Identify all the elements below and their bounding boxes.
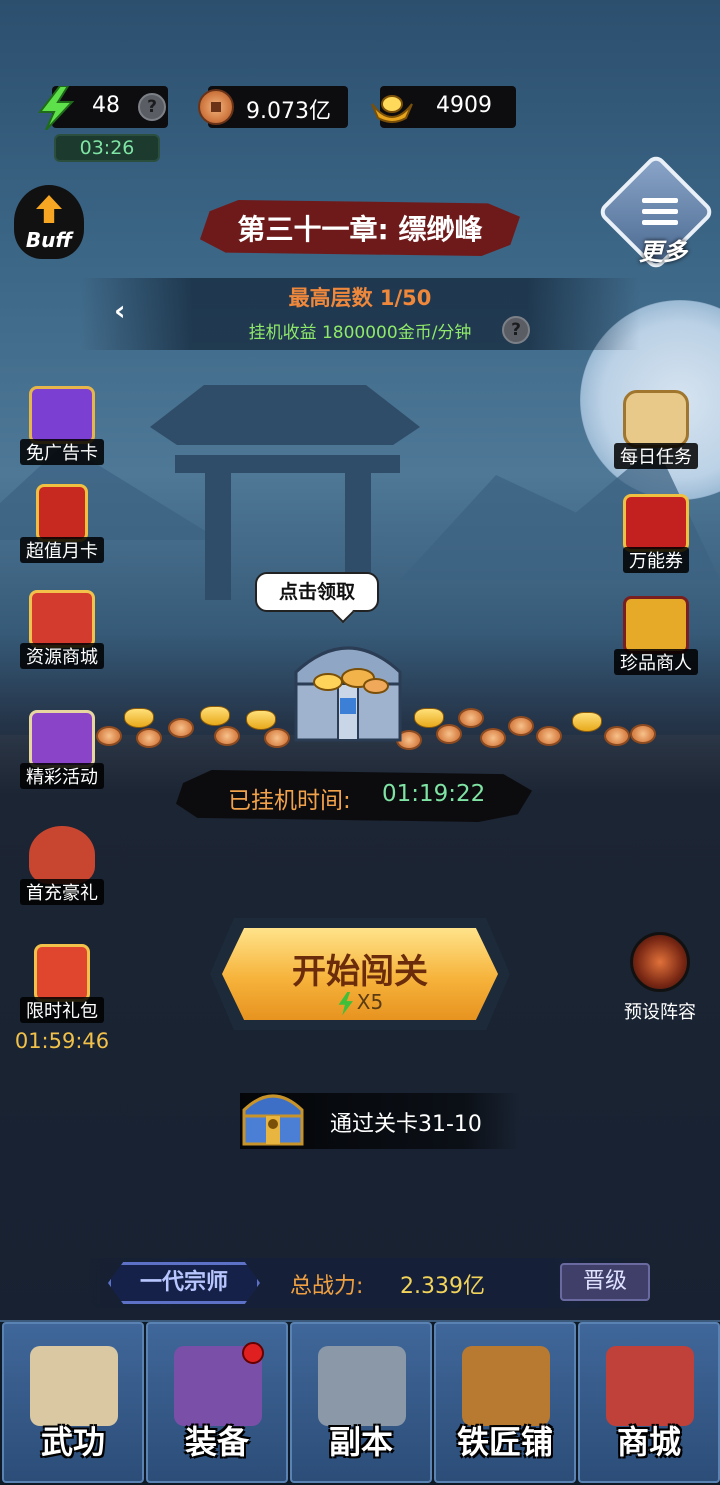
treasure-chest-icon[interactable]	[288, 628, 408, 746]
gift-timer: 01:59:46	[14, 1029, 110, 1053]
energy-timer: 03:26	[54, 134, 160, 162]
side-item-daily-tasks[interactable]: 每日任务	[606, 390, 706, 469]
gold-ingot-icon	[371, 95, 413, 123]
lightning-icon	[37, 86, 75, 130]
help-icon[interactable]: ?	[138, 93, 166, 121]
gate-post	[205, 470, 231, 600]
side-item-universal-voucher[interactable]: 万能券	[606, 494, 706, 573]
coin-value: 9.073亿	[246, 99, 331, 124]
side-item-label: 资源商城	[20, 643, 104, 669]
scroll-books-icon	[29, 710, 95, 768]
idle-time-value: 01:19:22	[382, 781, 486, 807]
help-icon[interactable]: ?	[502, 316, 530, 344]
side-item-limited-gift[interactable]: 限时礼包 01:59:46	[12, 944, 112, 1053]
ingot-value: 4909	[436, 93, 492, 118]
gift-box-icon	[29, 590, 95, 648]
side-item-label: 万能券	[623, 547, 689, 573]
buff-label: Buff	[25, 228, 73, 252]
treasure-chest-icon	[623, 596, 689, 654]
side-item-label: 超值月卡	[20, 537, 104, 563]
crossed-swords-icon	[318, 1346, 406, 1426]
start-cost: X5	[222, 990, 498, 1016]
gate-roof	[150, 385, 420, 445]
stage-reward-text: 通过关卡31-10	[330, 1112, 482, 1137]
nav-label: 铁匠铺	[456, 1423, 553, 1461]
nav-item-equipment[interactable]: 装备	[146, 1322, 288, 1483]
triangle-emblem-icon	[630, 932, 690, 992]
energy-value: 48	[92, 93, 120, 118]
rank-title-badge: 一代宗师	[108, 1262, 260, 1304]
treasure-chest-icon	[242, 1094, 304, 1146]
gift-box-icon	[34, 944, 90, 1002]
side-item-resource-shop[interactable]: 资源商城	[12, 590, 112, 669]
hammer-icon	[462, 1346, 550, 1426]
money-bag-icon	[29, 826, 95, 884]
claim-bubble[interactable]: 点击领取	[255, 572, 379, 612]
promote-button[interactable]: 晋级	[560, 1263, 650, 1301]
side-item-label: 免广告卡	[20, 439, 104, 465]
side-item-label: 首充豪礼	[20, 879, 104, 905]
side-item-label: 每日任务	[614, 443, 698, 469]
nav-label: 装备	[184, 1423, 249, 1461]
nav-label: 副本	[328, 1423, 393, 1461]
more-label: 更多	[639, 238, 687, 266]
side-item-treasure-merchant[interactable]: 珍品商人	[606, 596, 706, 675]
nav-item-blacksmith[interactable]: 铁匠铺	[434, 1322, 576, 1483]
nav-item-martial-arts[interactable]: 武功	[2, 1322, 144, 1483]
chapter-title: 第三十一章: 缥缈峰	[237, 213, 483, 246]
idle-time-label: 已挂机时间:	[228, 788, 351, 814]
nav-item-shop[interactable]: 商城	[578, 1322, 720, 1483]
coin-icon	[198, 89, 234, 125]
preset-lineup-label: 预设阵容	[624, 1002, 696, 1023]
nav-label: 商城	[616, 1423, 681, 1461]
ad-card-icon	[29, 386, 95, 444]
monthly-card-icon	[36, 484, 88, 542]
lightning-icon	[338, 991, 353, 1016]
start-cost-value: X5	[356, 990, 384, 1014]
menu-icon	[642, 198, 678, 228]
side-item-label: 限时礼包	[20, 997, 104, 1023]
side-item-label: 珍品商人	[614, 649, 698, 675]
max-floor-text: 最高层数 1/50	[288, 286, 432, 310]
scroll-icon	[30, 1346, 118, 1426]
nav-label: 武功	[40, 1423, 105, 1461]
start-challenge-label: 开始闯关	[292, 952, 428, 992]
total-power-value: 2.339亿	[400, 1274, 485, 1299]
notification-dot	[242, 1342, 264, 1364]
voucher-icon	[623, 494, 689, 552]
back-arrow-icon[interactable]: ‹	[114, 296, 144, 328]
scroll-icon	[623, 390, 689, 448]
side-item-first-recharge[interactable]: 首充豪礼	[12, 826, 112, 905]
side-item-ad-free-card[interactable]: 免广告卡	[12, 386, 112, 465]
idle-income-text: 挂机收益 1800000金币/分钟	[248, 323, 472, 343]
nav-item-dungeon[interactable]: 副本	[290, 1322, 432, 1483]
preset-lineup-button[interactable]: 预设阵容	[612, 932, 708, 1024]
side-item-monthly-card[interactable]: 超值月卡	[12, 484, 112, 563]
total-power-label: 总战力:	[290, 1274, 364, 1299]
side-item-label: 精彩活动	[20, 763, 104, 789]
gift-box-icon	[606, 1346, 694, 1426]
